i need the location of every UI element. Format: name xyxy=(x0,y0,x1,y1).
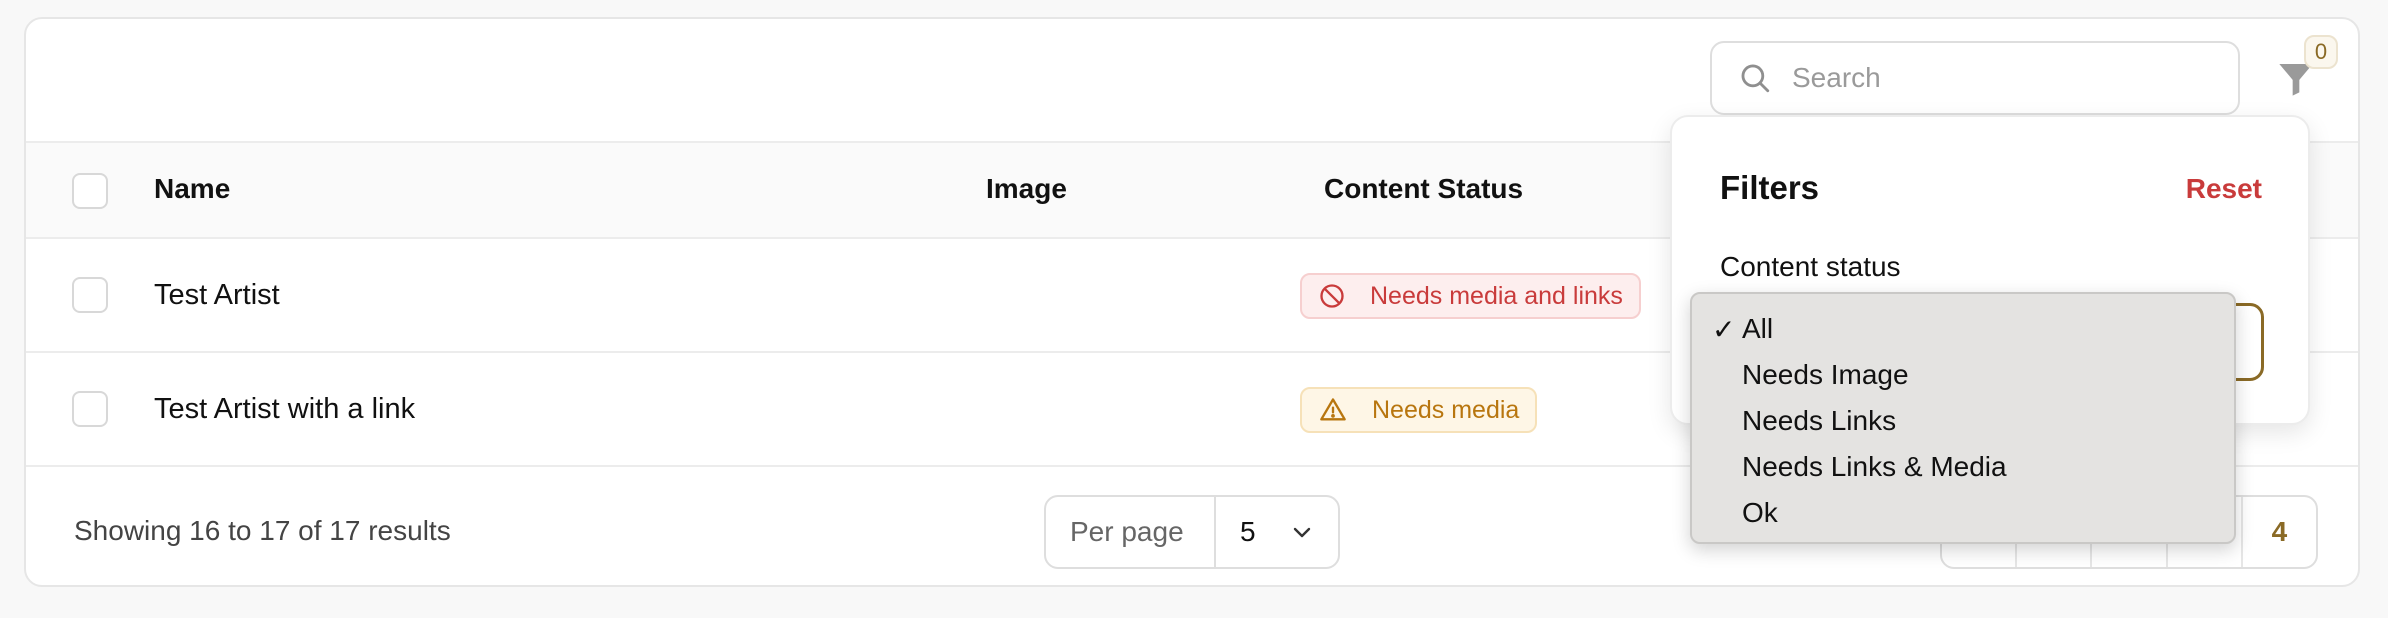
content-status-options: ✓ All Needs Image Needs Links Needs Link… xyxy=(1690,292,2236,544)
status-badge-label: Needs media and links xyxy=(1370,281,1623,310)
option-label: Needs Image xyxy=(1742,359,1909,390)
warning-triangle-icon xyxy=(1320,398,1346,421)
option-label: Needs Links & Media xyxy=(1742,451,2007,482)
column-header-name[interactable]: Name xyxy=(154,173,230,205)
column-header-content-status: Content Status xyxy=(1324,173,1524,204)
per-page-select[interactable]: Per page 5 xyxy=(1044,495,1340,569)
option-label: Needs Links xyxy=(1742,405,1897,436)
artist-name: Test Artist xyxy=(154,279,280,311)
status-badge: Needs media and links xyxy=(1300,273,1641,319)
row-checkbox[interactable] xyxy=(72,277,108,313)
status-badge: Needs media xyxy=(1300,387,1538,433)
option-ok[interactable]: Ok xyxy=(1692,490,2234,536)
option-label: Ok xyxy=(1742,497,1778,528)
ban-icon xyxy=(1320,284,1344,308)
column-header-image: Image xyxy=(986,173,1067,204)
reset-filters-button[interactable]: Reset xyxy=(2186,173,2262,205)
artist-name: Test Artist with a link xyxy=(154,393,416,425)
option-needs-links[interactable]: Needs Links xyxy=(1692,398,2234,444)
search-box[interactable] xyxy=(1710,41,2240,115)
option-needs-links-media[interactable]: Needs Links & Media xyxy=(1692,444,2234,490)
chevron-down-icon xyxy=(1293,527,1311,538)
content-status-label: Content status xyxy=(1720,251,1901,282)
checkmark-icon: ✓ xyxy=(1712,313,1736,345)
option-needs-image[interactable]: Needs Image xyxy=(1692,352,2234,398)
per-page-label: Per page xyxy=(1046,497,1216,567)
option-label: All xyxy=(1742,313,1774,344)
search-input[interactable] xyxy=(1792,62,2212,94)
per-page-value-box[interactable]: 5 xyxy=(1216,497,1338,567)
row-checkbox[interactable] xyxy=(72,391,108,427)
filter-count-badge: 0 xyxy=(2304,35,2338,69)
status-badge-label: Needs media xyxy=(1372,395,1520,424)
results-summary: Showing 16 to 17 of 17 results xyxy=(74,515,451,546)
per-page-value: 5 xyxy=(1240,516,1256,547)
search-icon xyxy=(1741,64,1770,93)
option-all[interactable]: ✓ All xyxy=(1692,306,2234,352)
page-link-current[interactable]: 4 xyxy=(2243,497,2316,567)
filters-title: Filters xyxy=(1720,169,1820,206)
select-all-checkbox[interactable] xyxy=(72,173,108,209)
